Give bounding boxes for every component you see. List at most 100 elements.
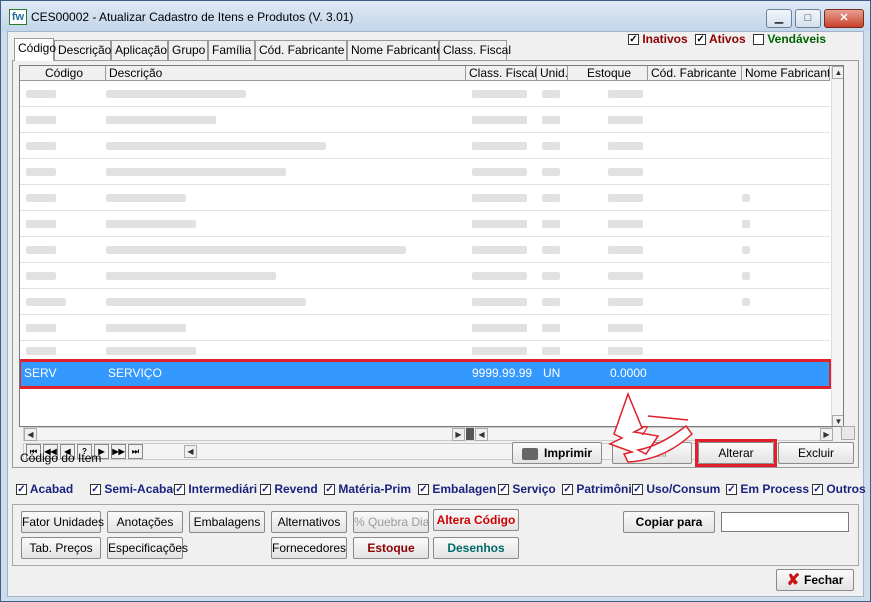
embalagem-label: Embalagen [432, 482, 497, 496]
fechar-label: Fechar [804, 573, 844, 587]
fator-unidades-button[interactable]: Fator Unidades [21, 511, 104, 533]
main-window: fw CES00002 - Atualizar Cadastro de Iten… [0, 0, 871, 602]
close-button[interactable]: ✕ [824, 9, 864, 28]
col-estoque[interactable]: Estoque [568, 66, 648, 81]
copiar-para-input[interactable] [721, 512, 849, 532]
acabad-label: Acabad [29, 482, 74, 496]
semi-acabad-label: Semi-Acabad [104, 482, 181, 496]
table-row[interactable] [20, 211, 830, 237]
tab-grupo[interactable]: Grupo [168, 40, 208, 60]
selected-row-highlight [20, 359, 832, 389]
copiar-para-button[interactable]: Copiar para [623, 511, 715, 533]
close-x-icon: ✘ [786, 571, 801, 589]
outros-checkbox[interactable]: ✓ [812, 484, 823, 496]
tab-label: Aplicação [115, 43, 168, 57]
callout-number: 7 [641, 424, 648, 439]
vendaveis-checkbox[interactable] [752, 34, 764, 46]
table-row[interactable] [20, 159, 830, 185]
tab-panel: Código Descrição Class. Fiscal Unid. Est… [12, 60, 859, 468]
window-title: CES00002 - Atualizar Cadastro de Itens e… [31, 10, 354, 24]
intermediario-checkbox[interactable]: ✓ [174, 484, 185, 496]
vendaveis-label: Vendáveis [767, 32, 827, 46]
items-grid[interactable]: Código Descrição Class. Fiscal Unid. Est… [19, 65, 844, 427]
scroll-up-icon[interactable]: ▲ [832, 66, 843, 79]
desenhos-button[interactable]: Desenhos [433, 537, 519, 559]
scroll-left-icon[interactable]: ◀ [184, 445, 197, 458]
table-row[interactable] [20, 263, 830, 289]
fechar-button[interactable]: ✘ Fechar [776, 569, 854, 591]
servico-checkbox[interactable]: ✓ [498, 484, 509, 496]
next-page-icon[interactable]: ▶▶ [111, 444, 126, 459]
uso-consumo-label: Uso/Consum [646, 482, 721, 496]
tab-class-fiscal[interactable]: Class. Fiscal [439, 40, 511, 60]
last-record-icon[interactable]: ⏭ [128, 444, 143, 459]
app-icon: fw [9, 9, 27, 25]
col-cod-fabricante[interactable]: Cód. Fabricante [648, 66, 742, 81]
materia-prima-checkbox[interactable]: ✓ [324, 484, 335, 496]
altera-codigo-button[interactable]: Altera Código [433, 509, 519, 531]
fornecedores-button[interactable]: Fornecedores [271, 537, 347, 559]
table-row[interactable] [20, 107, 830, 133]
intermediario-label: Intermediári [188, 482, 258, 496]
bottom-actions-panel: Fator Unidades Anotações Embalagens Alte… [12, 504, 859, 566]
client-area: Código Descrição Aplicação Grupo Família… [7, 31, 866, 597]
especificacoes-button[interactable]: Especificações [107, 537, 188, 559]
scroll-thumb[interactable] [466, 428, 474, 440]
estoque-button[interactable]: Estoque [353, 537, 429, 559]
em-processo-label: Em Process [740, 482, 810, 496]
tab-cod-fabricante[interactable]: Cód. Fabricante [255, 40, 347, 60]
table-row[interactable] [20, 185, 830, 211]
tab-aplicacao[interactable]: Aplicação [111, 40, 168, 60]
tab-label: Grupo [172, 43, 206, 57]
table-row[interactable] [20, 81, 830, 107]
table-row[interactable] [20, 289, 830, 315]
alternativos-button[interactable]: Alternativos [271, 511, 347, 533]
inativos-checkbox[interactable]: ✓ [628, 34, 639, 46]
tab-label: Família [212, 43, 252, 57]
uso-consumo-checkbox[interactable]: ✓ [632, 484, 643, 496]
col-descricao[interactable]: Descrição [106, 66, 466, 81]
patrimonio-checkbox[interactable]: ✓ [562, 484, 573, 496]
tab-codigo[interactable]: Código [14, 38, 57, 61]
tab-label: Class. Fiscal [443, 43, 512, 57]
outros-label: Outros [826, 482, 866, 496]
acabad-checkbox[interactable]: ✓ [16, 484, 27, 496]
tab-descricao[interactable]: Descrição [54, 40, 111, 60]
scroll-right-icon[interactable]: ▶ [452, 428, 465, 441]
item-type-filters: ✓ Acabad ✓ Semi-Acabad ✓ Intermediári ✓ … [16, 482, 866, 498]
minimize-button[interactable]: ▁ [766, 9, 792, 28]
revend-checkbox[interactable]: ✓ [260, 484, 271, 496]
tab-familia[interactable]: Família [208, 40, 255, 60]
scroll-right-icon[interactable]: ▶ [820, 428, 833, 441]
ativos-label: Ativos [708, 32, 746, 46]
vertical-scrollbar[interactable]: ▲ ▼ [831, 66, 843, 426]
anotacoes-button[interactable]: Anotações [107, 511, 183, 533]
scroll-left-icon[interactable]: ◀ [24, 428, 37, 441]
col-codigo[interactable]: Código [20, 66, 106, 81]
servico-label: Serviço [512, 482, 556, 496]
maximize-button[interactable]: □ [795, 9, 821, 28]
scroll-left-icon[interactable]: ◀ [475, 428, 488, 441]
excluir-button[interactable]: Excluir [778, 442, 854, 464]
status-filters: ✓ Inativos ✓ Ativos Vendáveis [628, 32, 826, 48]
tab-nome-fabricante[interactable]: Nome Fabricante [347, 40, 443, 60]
tab-precos-button[interactable]: Tab. Preços [21, 537, 101, 559]
table-row[interactable] [20, 133, 830, 159]
status-text: Código do Item [20, 451, 102, 465]
quebra-dia-button[interactable]: % Quebra Dia [353, 511, 429, 533]
inativos-label: Inativos [642, 32, 688, 46]
imprimir-label: Imprimir [543, 446, 592, 460]
embalagem-checkbox[interactable]: ✓ [418, 484, 429, 496]
tab-label: Código [18, 41, 57, 55]
col-nome-fabricante[interactable]: Nome Fabricante [742, 66, 830, 81]
col-class-fiscal[interactable]: Class. Fiscal [466, 66, 537, 81]
scroll-corner [841, 426, 855, 440]
em-processo-checkbox[interactable]: ✓ [726, 484, 737, 496]
semi-acabad-checkbox[interactable]: ✓ [90, 484, 101, 496]
ativos-checkbox[interactable]: ✓ [695, 34, 707, 46]
table-row[interactable] [20, 237, 830, 263]
alterar-highlight [695, 439, 777, 467]
printer-icon [521, 447, 538, 460]
embalagens-button[interactable]: Embalagens [189, 511, 265, 533]
col-unid[interactable]: Unid. [537, 66, 568, 81]
